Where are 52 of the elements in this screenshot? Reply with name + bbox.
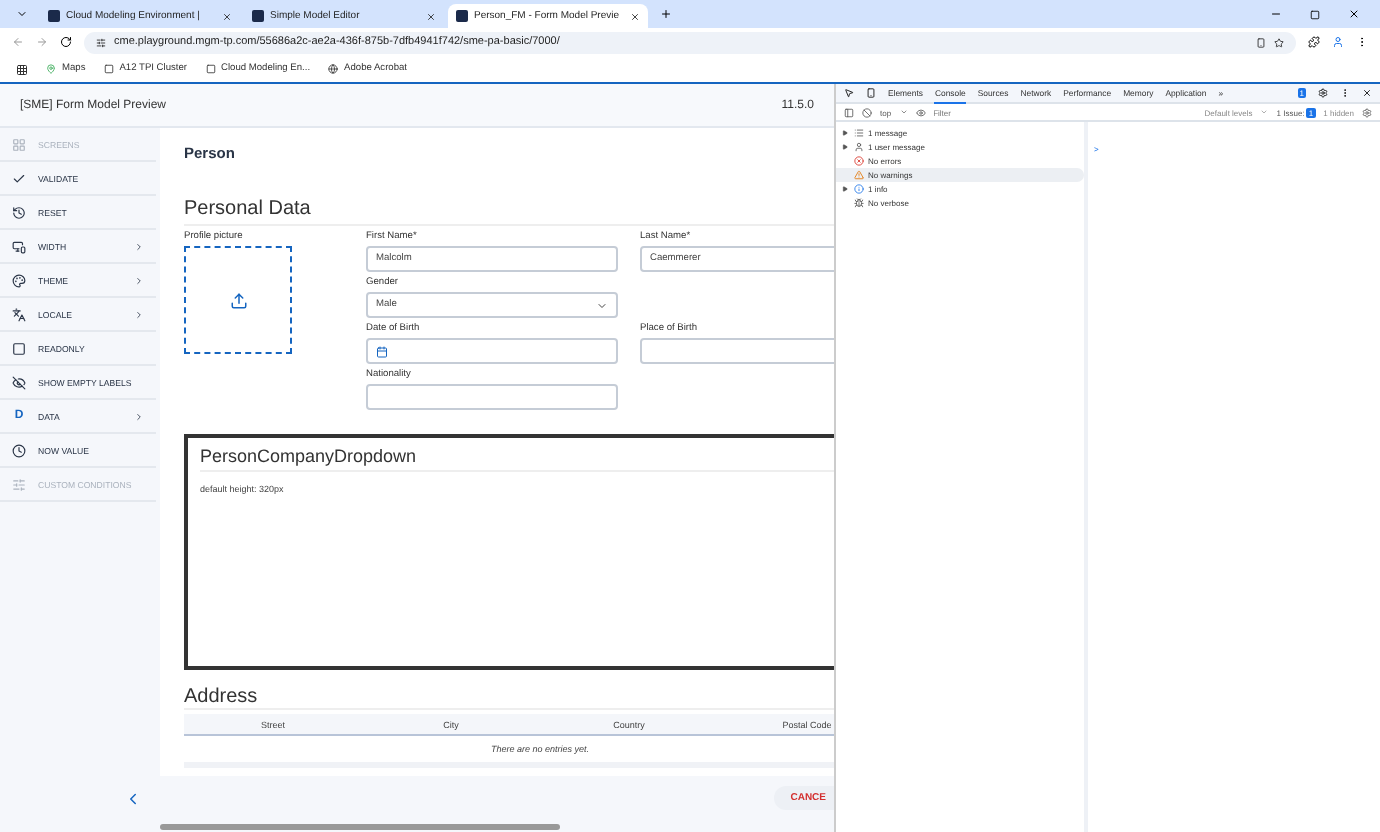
clock-icon (12, 443, 26, 457)
favicon-icon (48, 10, 60, 22)
input-field[interactable] (640, 338, 834, 364)
maximize-icon (1310, 9, 1320, 19)
reload-icon (60, 36, 72, 48)
bug-icon (854, 198, 864, 208)
square-icon (205, 64, 216, 74)
square-icon (103, 64, 114, 74)
chevron-down-icon (16, 8, 28, 20)
warning-icon (854, 170, 864, 180)
eye-icon (915, 107, 926, 117)
eye-off-icon (12, 375, 26, 389)
sliders-icon (12, 477, 26, 491)
forward-icon (36, 36, 48, 48)
settings-icon (1318, 88, 1328, 98)
new-tab-icon (660, 8, 672, 20)
user-icon (854, 142, 864, 152)
favicon-icon (252, 10, 264, 22)
upload-dropzone[interactable] (184, 246, 292, 354)
map-pin-icon (46, 64, 56, 74)
input-field[interactable] (366, 384, 618, 410)
apps-icon (16, 63, 28, 75)
palette-icon (12, 273, 26, 287)
bookmark-star-icon (1274, 37, 1284, 47)
settings-icon (1362, 107, 1372, 117)
collapse-icon (124, 789, 142, 807)
grid-icon (12, 137, 26, 151)
clear-icon (862, 107, 872, 117)
devices-icon (12, 239, 26, 253)
list-icon (854, 128, 864, 138)
profile-icon (1332, 36, 1344, 48)
globe-icon (328, 64, 339, 74)
scrollbar-thumb[interactable] (160, 823, 560, 829)
chevron-down-icon (596, 299, 608, 311)
device-icon (866, 88, 876, 98)
back-icon (12, 36, 24, 48)
minimize-icon (1270, 8, 1282, 20)
check-icon (12, 171, 26, 185)
checkbox-icon (12, 341, 26, 355)
site-settings-icon (96, 37, 106, 47)
inspect-icon (844, 88, 854, 98)
extensions-icon (1308, 36, 1320, 48)
close-icon (1348, 8, 1360, 20)
calendar-icon (376, 345, 388, 357)
translate-icon (12, 307, 26, 321)
date-field[interactable] (366, 338, 618, 364)
history-icon (12, 205, 26, 219)
upload-icon (229, 291, 247, 309)
info-icon (854, 184, 864, 194)
error-icon (854, 156, 864, 166)
favicon-icon (456, 10, 468, 22)
sidebar-icon (844, 107, 854, 117)
